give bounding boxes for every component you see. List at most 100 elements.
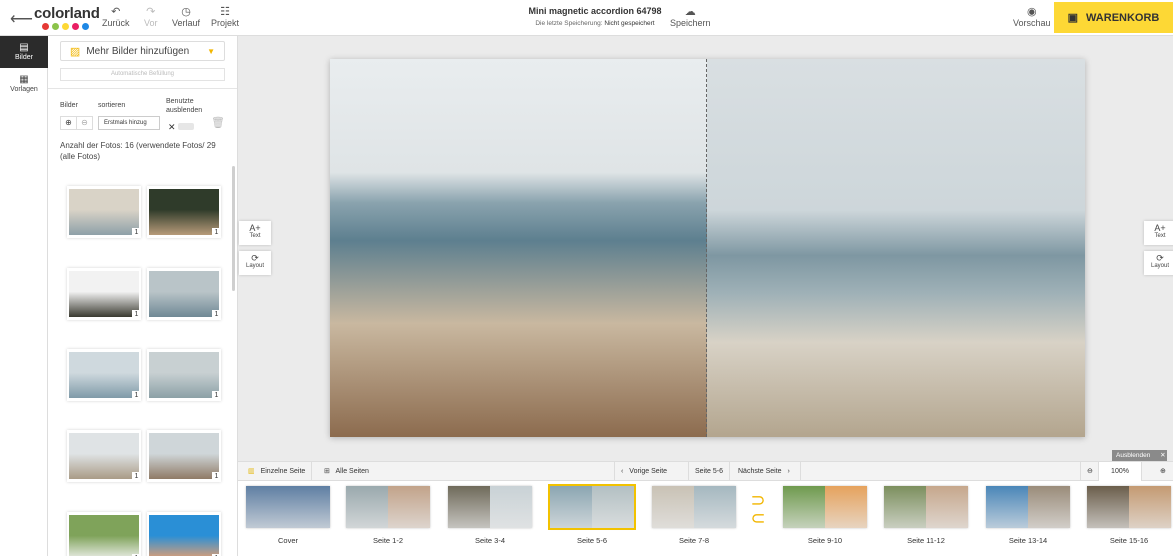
auto-fill-button[interactable]: Automatische Befüllung <box>60 68 225 81</box>
photo-thumbnail[interactable]: 1 <box>67 268 141 320</box>
right-page-photo[interactable] <box>707 59 1085 437</box>
text-add-icon: A+ <box>249 223 261 233</box>
redo-label: Vor <box>144 18 158 28</box>
photo-thumbnail[interactable]: 1 <box>67 186 141 238</box>
page-label: Seite 7-8 <box>678 536 710 545</box>
page-preview <box>884 486 968 528</box>
single-page-button[interactable]: ▥ Einzelne Seite <box>242 462 313 481</box>
undo-button[interactable]: ↶ Zurück <box>102 6 130 28</box>
page-thumbnail[interactable]: Seite 11-12 <box>884 486 968 545</box>
page-thumbnail[interactable]: Seite 5-6 <box>548 484 636 545</box>
insert-pages-icon[interactable]: ⊃ ⊂ <box>743 491 773 527</box>
single-page-label: Einzelne Seite <box>260 468 306 475</box>
layout-tool-left[interactable]: ⟳ Layout <box>239 251 271 275</box>
photo-count: Anzahl der Fotos: 16 (verwendete Fotos/ … <box>60 141 216 161</box>
photo-thumbnail[interactable]: 1 <box>147 349 221 401</box>
photo-thumbnail[interactable]: 1 <box>67 512 141 556</box>
history-button[interactable]: ◷ Verlauf <box>172 6 200 28</box>
rail-item-images[interactable]: ▤ Bilder <box>0 36 48 68</box>
sort-select[interactable]: Erstmals hinzug <box>98 116 160 130</box>
usage-count-badge: 1 <box>212 310 221 320</box>
text-tool-left[interactable]: A+ Text <box>239 221 271 245</box>
photo-image <box>149 189 219 235</box>
save-label: Speichern <box>670 18 711 28</box>
history-label: Verlauf <box>172 18 201 28</box>
page-preview-left <box>783 486 825 528</box>
page-thumbnail[interactable]: Seite 13-14 <box>986 486 1070 545</box>
photo-image <box>149 352 219 398</box>
text-tool-label: Text <box>249 233 261 239</box>
add-images-label: Mehr Bilder hinzufügen <box>86 45 190 57</box>
next-page-button[interactable]: Nächste Seite › <box>732 462 801 481</box>
preview-button[interactable]: ◉ Vorschau <box>1013 6 1051 28</box>
back-arrow-icon[interactable]: ⟵ <box>10 9 33 29</box>
usage-count-badge: 1 <box>132 228 141 238</box>
page-thumbnail[interactable]: Seite 9-10 <box>783 486 867 545</box>
photo-thumbnail[interactable]: 1 <box>67 349 141 401</box>
save-button[interactable]: ☁ Speichern <box>670 6 711 28</box>
images-zoom-label: Bilder <box>60 102 78 109</box>
rail-item-templates[interactable]: ▦ Vorlagen <box>0 68 48 100</box>
page-thumbnail[interactable]: Seite 15-16 <box>1087 486 1171 545</box>
chevron-right-icon: › <box>787 468 790 475</box>
panel-scrollbar[interactable] <box>232 166 235 291</box>
page-label: Seite 5-6 <box>576 536 608 545</box>
page-preview-right <box>1129 486 1171 528</box>
all-pages-button[interactable]: ⊞ Alle Seiten <box>318 462 375 481</box>
zoom-level: 100% <box>1098 462 1142 481</box>
page-spread <box>330 59 1085 437</box>
photo-thumbnail[interactable]: 1 <box>147 512 221 556</box>
photo-thumbnail[interactable]: 1 <box>147 186 221 238</box>
eye-icon: ◉ <box>1026 6 1037 18</box>
page-thumbnail[interactable]: Seite 3-4 <box>448 486 532 545</box>
redo-button[interactable]: ↷ Vor <box>144 6 158 28</box>
usage-count-badge: 1 <box>132 391 141 401</box>
photo-image <box>149 515 219 556</box>
page-thumbnail[interactable]: Seite 7-8 <box>652 486 736 545</box>
hide-strip-button[interactable]: Ausblenden ✕ <box>1112 450 1167 461</box>
photo-image <box>69 515 139 556</box>
refresh-icon: ⟳ <box>1156 253 1164 263</box>
zoom-out-icon: ⊖ <box>1087 468 1093 475</box>
page-thumbnail[interactable]: Seite 1-2 <box>346 486 430 545</box>
hide-label: Ausblenden <box>1116 452 1151 459</box>
zoom-out-button[interactable]: ⊖ <box>1080 462 1099 481</box>
photo-thumbnail[interactable]: 1 <box>147 430 221 482</box>
undo-icon: ↶ <box>111 6 121 18</box>
usage-count-badge: 1 <box>212 472 221 482</box>
page-label: Seite 9-10 <box>807 536 843 545</box>
trash-icon[interactable]: 🗑 <box>211 116 225 129</box>
all-pages-label: Alle Seiten <box>335 468 369 475</box>
page-preview <box>652 486 736 528</box>
refresh-icon: ⟳ <box>251 253 259 263</box>
page-preview <box>986 486 1070 528</box>
usage-count-badge: 1 <box>212 391 221 401</box>
chevron-left-icon: ‹ <box>621 468 624 475</box>
cart-button[interactable]: ▣ WARENKORB <box>1054 2 1173 33</box>
page-preview-right <box>694 486 736 528</box>
project-button[interactable]: ☷ Projekt <box>211 6 239 28</box>
history-icon: ◷ <box>181 6 191 18</box>
editor-canvas: A+ Text ⟳ Layout A+ Text ⟳ Layout <box>238 36 1173 461</box>
page-label: Seite 13-14 <box>1008 536 1048 545</box>
photo-thumbnail[interactable]: 1 <box>147 268 221 320</box>
prev-page-button[interactable]: ‹ Vorige Seite <box>614 462 673 481</box>
text-tool-right[interactable]: A+ Text <box>1144 221 1173 245</box>
zoom-in-icon: ⊕ <box>1160 468 1166 475</box>
zoom-in-icon[interactable]: ⊕ <box>61 117 76 129</box>
zoom-in-button[interactable]: ⊕ <box>1156 462 1170 481</box>
cloud-icon: ☁ <box>684 6 696 18</box>
layout-tool-right[interactable]: ⟳ Layout <box>1144 251 1173 275</box>
logo-text: colorland <box>34 5 100 22</box>
add-images-button[interactable]: ▨ Mehr Bilder hinzufügen ▼ <box>60 41 225 61</box>
layout-tool-label: Layout <box>1150 263 1169 269</box>
thumbnail-zoom: ⊕ ⊖ <box>60 116 93 130</box>
zoom-out-icon[interactable]: ⊖ <box>76 117 92 129</box>
layout-tool-label: Layout <box>245 263 264 269</box>
hide-used-toggle[interactable] <box>178 123 194 130</box>
left-page-photo[interactable] <box>330 59 707 437</box>
photo-thumbnail[interactable]: 1 <box>67 430 141 482</box>
chevron-down-icon: ▼ <box>207 46 216 56</box>
page-thumbnail[interactable]: Cover <box>246 486 330 545</box>
current-page: Seite 5-6 <box>688 462 731 481</box>
